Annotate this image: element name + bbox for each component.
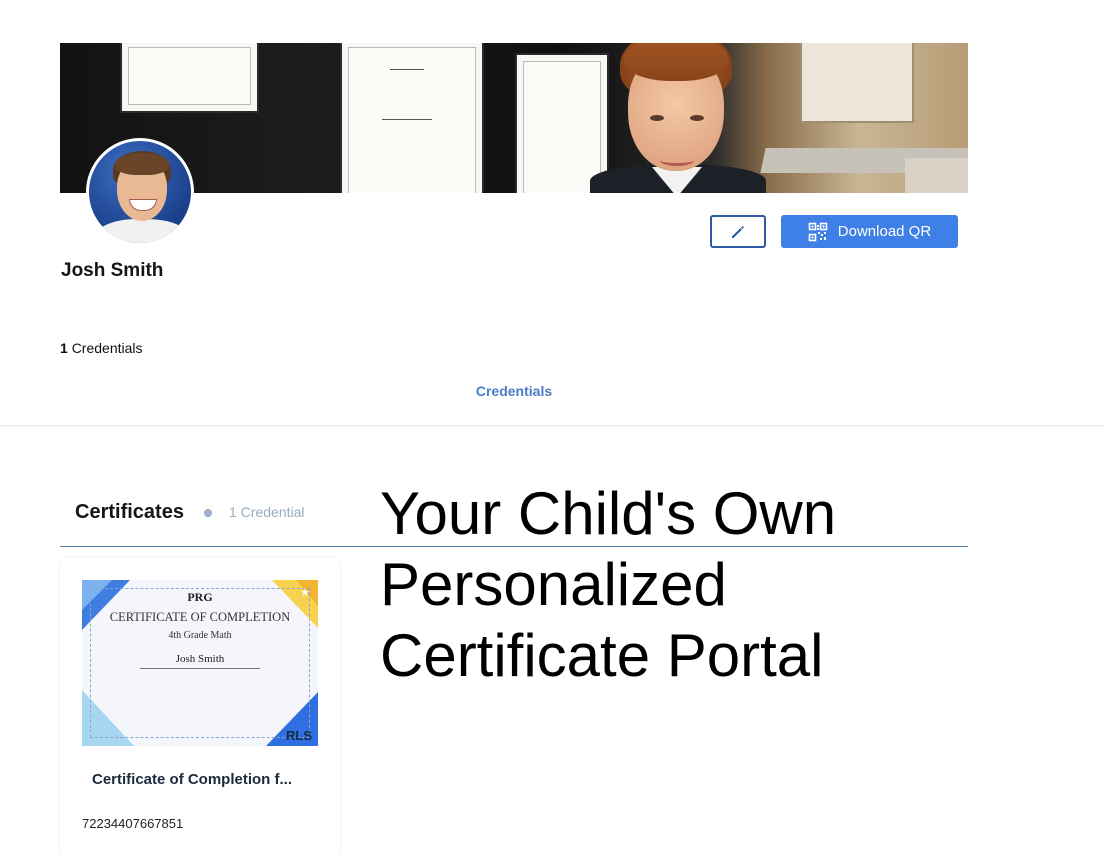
pencil-icon bbox=[732, 225, 744, 238]
download-qr-button[interactable]: Download QR bbox=[781, 215, 958, 248]
certificate-thumbnail[interactable]: ★ PRG CERTIFICATE OF COMPLETION 4th Grad… bbox=[82, 580, 318, 746]
promo-line: Certificate Portal bbox=[380, 622, 824, 689]
profile-name: Josh Smith bbox=[61, 260, 164, 281]
qr-code-icon bbox=[808, 222, 828, 241]
separator-dot bbox=[204, 509, 212, 517]
certificate-logo: PRG bbox=[187, 590, 213, 604]
promo-overlay-text: Your Child's Own Personalized Certificat… bbox=[380, 478, 836, 691]
avatar bbox=[86, 138, 194, 246]
promo-line: Personalized bbox=[380, 551, 727, 618]
tab-divider bbox=[0, 425, 1103, 427]
credentials-count-label: Credentials bbox=[71, 340, 143, 356]
section-count: 1 Credential bbox=[229, 504, 305, 520]
download-qr-label: Download QR bbox=[837, 223, 932, 240]
credential-title[interactable]: Certificate of Completion f... bbox=[92, 771, 292, 788]
certificate-name-line bbox=[140, 668, 260, 669]
banner-frame bbox=[800, 43, 914, 123]
section-title: Certificates bbox=[75, 501, 184, 523]
banner-boy bbox=[580, 43, 780, 193]
credential-id: 72234407667851 bbox=[82, 816, 184, 831]
certificate-heading: CERTIFICATE OF COMPLETION bbox=[109, 610, 291, 624]
promo-line: Your Child's Own bbox=[380, 480, 837, 547]
edit-profile-button[interactable] bbox=[710, 215, 766, 248]
banner-frame bbox=[120, 43, 259, 113]
credentials-count-number: 1 bbox=[60, 340, 68, 356]
certificate-subject: 4th Grade Math bbox=[168, 630, 232, 641]
tab-credentials[interactable]: Credentials bbox=[452, 383, 576, 399]
certificate-brand: RLS bbox=[286, 728, 312, 743]
credentials-count: 1 Credentials bbox=[60, 340, 143, 356]
credential-card[interactable]: ★ PRG CERTIFICATE OF COMPLETION 4th Grad… bbox=[60, 558, 340, 858]
profile-banner-image bbox=[60, 43, 968, 193]
certificate-recipient: Josh Smith bbox=[175, 653, 225, 665]
banner-frame bbox=[340, 43, 484, 193]
